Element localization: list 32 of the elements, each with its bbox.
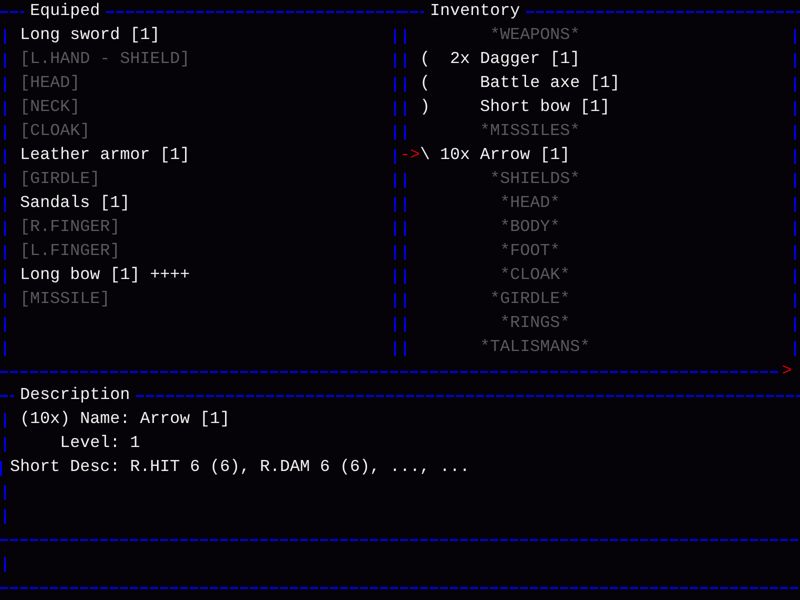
inventory-item[interactable]: Short bow [1] — [480, 96, 610, 120]
item-count: 2x — [450, 50, 470, 69]
category-heading: *RINGS* — [500, 313, 570, 335]
panel-title: Description — [19, 385, 131, 407]
inventory-item[interactable]: Dagger [1] — [480, 48, 580, 72]
panel-title: Inventory — [429, 1, 521, 23]
category-heading: *SHIELDS* — [490, 169, 580, 191]
item-count: 10x — [440, 146, 470, 165]
equipment-slot[interactable]: Sandals [1] — [20, 194, 130, 213]
item-symbol: ) — [420, 97, 430, 119]
scroll-indicator: > — [781, 361, 793, 383]
selection-cursor: -> — [400, 145, 420, 167]
inventory-item[interactable]: Arrow [1] — [480, 144, 570, 168]
category-heading: *WEAPONS* — [490, 25, 580, 47]
description-line: (10x) Name: Arrow [1] — [19, 409, 230, 431]
equipment-slot[interactable]: Leather armor [1] — [20, 146, 190, 165]
equipment-slot[interactable]: Long bow [1] ++++ — [20, 266, 190, 285]
description-line: Level: 1 — [59, 433, 140, 455]
category-heading: *CLOAK* — [500, 265, 570, 287]
category-heading: *MISSILES* — [480, 121, 580, 143]
category-heading: *FOOT* — [500, 241, 560, 263]
equipment-slot[interactable]: Long sword [1] — [20, 26, 160, 45]
category-heading: *BODY* — [500, 217, 560, 239]
item-symbol: ( — [420, 49, 430, 71]
category-heading: *GIRDLE* — [490, 289, 570, 311]
category-heading: *TALISMANS* — [480, 337, 590, 359]
item-symbol: ( — [420, 73, 430, 95]
description-line: Short Desc: R.HIT 6 (6), R.DAM 6 (6), ..., ... — [10, 457, 470, 479]
panel-title: Equiped — [29, 1, 101, 23]
inventory-item[interactable]: Battle axe [1] — [480, 72, 620, 96]
category-heading: *HEAD* — [500, 193, 560, 215]
item-symbol: \ — [420, 145, 430, 167]
